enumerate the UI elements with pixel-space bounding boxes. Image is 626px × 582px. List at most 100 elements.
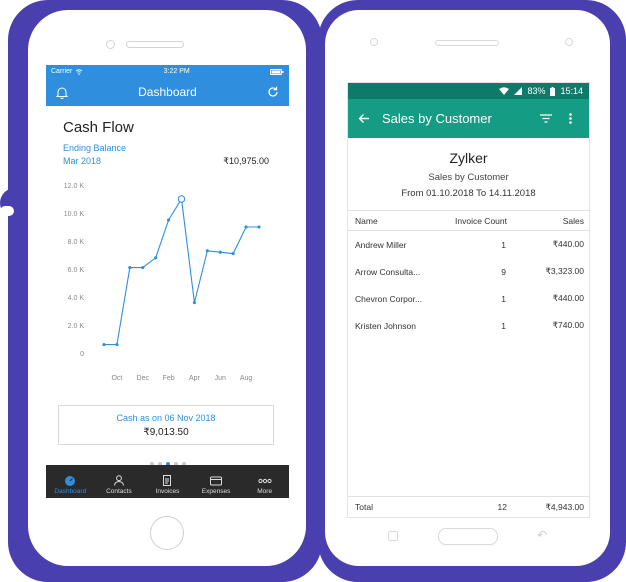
ending-balance-amount: ₹10,975.00: [223, 156, 269, 166]
tab-label: Dashboard: [54, 488, 87, 495]
tab-expenses[interactable]: Expenses: [192, 465, 241, 498]
report-name: Sales by Customer: [428, 172, 509, 183]
more-icon: [258, 478, 272, 484]
backdrop-notch: [0, 206, 14, 216]
data-point[interactable]: [244, 225, 248, 229]
customer-name: Kristen Johnson: [355, 320, 416, 331]
home-button[interactable]: [438, 528, 498, 545]
data-point[interactable]: [205, 249, 209, 253]
invoices-icon: [163, 475, 172, 486]
front-camera: [106, 40, 115, 49]
table-total-row: Total 12 ₹4,943.00: [348, 496, 589, 517]
data-point[interactable]: [192, 300, 197, 305]
data-point[interactable]: [128, 265, 132, 270]
tab-more[interactable]: More: [240, 465, 289, 498]
column-header-name[interactable]: Name: [348, 216, 436, 226]
filter-icon: [540, 114, 552, 123]
x-tick-label: Apr: [189, 375, 201, 382]
invoice-count: 1: [501, 239, 506, 250]
ios-tab-bar: Dashboard Contacts Invoices Expenses Mor…: [46, 465, 289, 498]
sales-amount: ₹740.00: [552, 320, 584, 330]
battery-level: 83%: [527, 86, 546, 96]
cash-as-on-label: Cash as on 06 Nov 2018: [116, 413, 216, 423]
data-point[interactable]: [102, 342, 106, 347]
cashflow-line-chart[interactable]: 12.0 K 10.0 K 8.0 K 6.0 K 4.0 K 2.0 K 0 Oct Dec F…: [46, 177, 289, 397]
customer-name: Andrew Miller: [355, 239, 407, 250]
refresh-icon[interactable]: [267, 86, 279, 98]
invoice-count: 1: [501, 320, 506, 331]
date-range: From 01.10.2018 To 14.11.2018: [401, 188, 536, 199]
bell-icon[interactable]: [56, 86, 68, 99]
signal-icon: [514, 87, 523, 95]
column-header-invoice-count[interactable]: Invoice Count: [436, 216, 511, 226]
table-row[interactable]: Chevron Corpor... 1 ₹440.00: [348, 285, 589, 312]
cash-summary-box[interactable]: Cash as on 06 Nov 2018 ₹9,013.50: [58, 405, 274, 445]
tab-label: Invoices: [155, 488, 180, 495]
selected-data-point[interactable]: [177, 195, 186, 203]
table-row[interactable]: Kristen Johnson 1 ₹740.00: [348, 312, 589, 339]
ios-nav-bar: Dashboard: [46, 78, 289, 106]
total-sales: ₹4,943.00: [545, 501, 585, 512]
android-toolbar: Sales by Customer: [348, 99, 589, 138]
x-tick-label: Jun: [215, 375, 226, 382]
column-header-sales[interactable]: Sales: [511, 216, 589, 226]
data-point[interactable]: [218, 250, 222, 254]
dashboard-icon: [65, 476, 76, 486]
front-camera: [370, 38, 378, 46]
y-tick-label: 0: [80, 351, 84, 358]
series-line: [104, 197, 259, 346]
page-title: Dashboard: [138, 85, 197, 99]
ios-status-bar: Carrier 3:22 PM: [46, 65, 289, 78]
data-point[interactable]: [231, 251, 235, 256]
ending-balance-label: Ending Balance: [63, 143, 127, 153]
sales-amount: ₹440.00: [552, 293, 584, 303]
x-tick-label: Oct: [111, 375, 122, 382]
kebab-menu-icon: [568, 113, 572, 124]
android-status-bar: 83% 15:14: [348, 83, 589, 99]
data-point[interactable]: [257, 225, 261, 229]
invoice-count: 1: [501, 293, 506, 304]
customer-name: Chevron Corpor...: [355, 293, 423, 304]
y-tick-label: 8.0 K: [68, 239, 85, 246]
tab-contacts[interactable]: Contacts: [95, 465, 144, 498]
tab-label: More: [257, 488, 273, 495]
home-button[interactable]: [150, 516, 184, 550]
tab-dashboard[interactable]: Dashboard: [46, 465, 95, 498]
overflow-menu-button[interactable]: [561, 113, 579, 124]
carrier-label: Carrier: [51, 68, 73, 75]
y-tick-label: 12.0 K: [64, 183, 85, 190]
y-tick-label: 6.0 K: [68, 267, 85, 274]
earpiece-speaker: [435, 40, 499, 46]
proximity-sensor: [565, 38, 573, 46]
clock: 3:22 PM: [163, 68, 190, 75]
y-tick-label: 10.0 K: [64, 211, 85, 218]
data-point[interactable]: [141, 265, 145, 270]
sales-table: Name Invoice Count Sales Andrew Miller 1…: [348, 210, 589, 339]
wifi-icon: [76, 68, 83, 75]
organization-name: Zylker: [449, 150, 488, 166]
recent-apps-button[interactable]: [388, 531, 398, 541]
sales-by-customer-screen: 83% 15:14 Sales by Customer Zylker Sales…: [347, 82, 590, 518]
tab-label: Expenses: [201, 488, 231, 495]
filter-button[interactable]: [537, 114, 555, 123]
battery-icon: [550, 86, 556, 96]
back-button[interactable]: ↶: [537, 528, 547, 542]
clock: 15:14: [560, 86, 583, 96]
wifi-icon: [499, 87, 510, 95]
iphone-device: Carrier 3:22 PM Dashboard Cash Flow Endi…: [28, 10, 306, 566]
expenses-icon: [210, 476, 223, 486]
sales-amount: ₹440.00: [552, 239, 584, 249]
data-point[interactable]: [115, 342, 119, 347]
customer-name: Arrow Consulta...: [355, 266, 421, 277]
android-device: 83% 15:14 Sales by Customer Zylker Sales…: [325, 10, 610, 566]
table-row[interactable]: Arrow Consulta... 9 ₹3,323.00: [348, 258, 589, 285]
back-arrow-icon[interactable]: [358, 113, 370, 124]
y-tick-label: 4.0 K: [68, 295, 85, 302]
tab-invoices[interactable]: Invoices: [143, 465, 192, 498]
table-row[interactable]: Andrew Miller 1 ₹440.00: [348, 231, 589, 258]
battery-icon: [270, 68, 284, 75]
data-point[interactable]: [154, 256, 158, 260]
data-point[interactable]: [166, 218, 171, 222]
earpiece-speaker: [126, 41, 184, 48]
period-label: Mar 2018: [63, 156, 102, 166]
